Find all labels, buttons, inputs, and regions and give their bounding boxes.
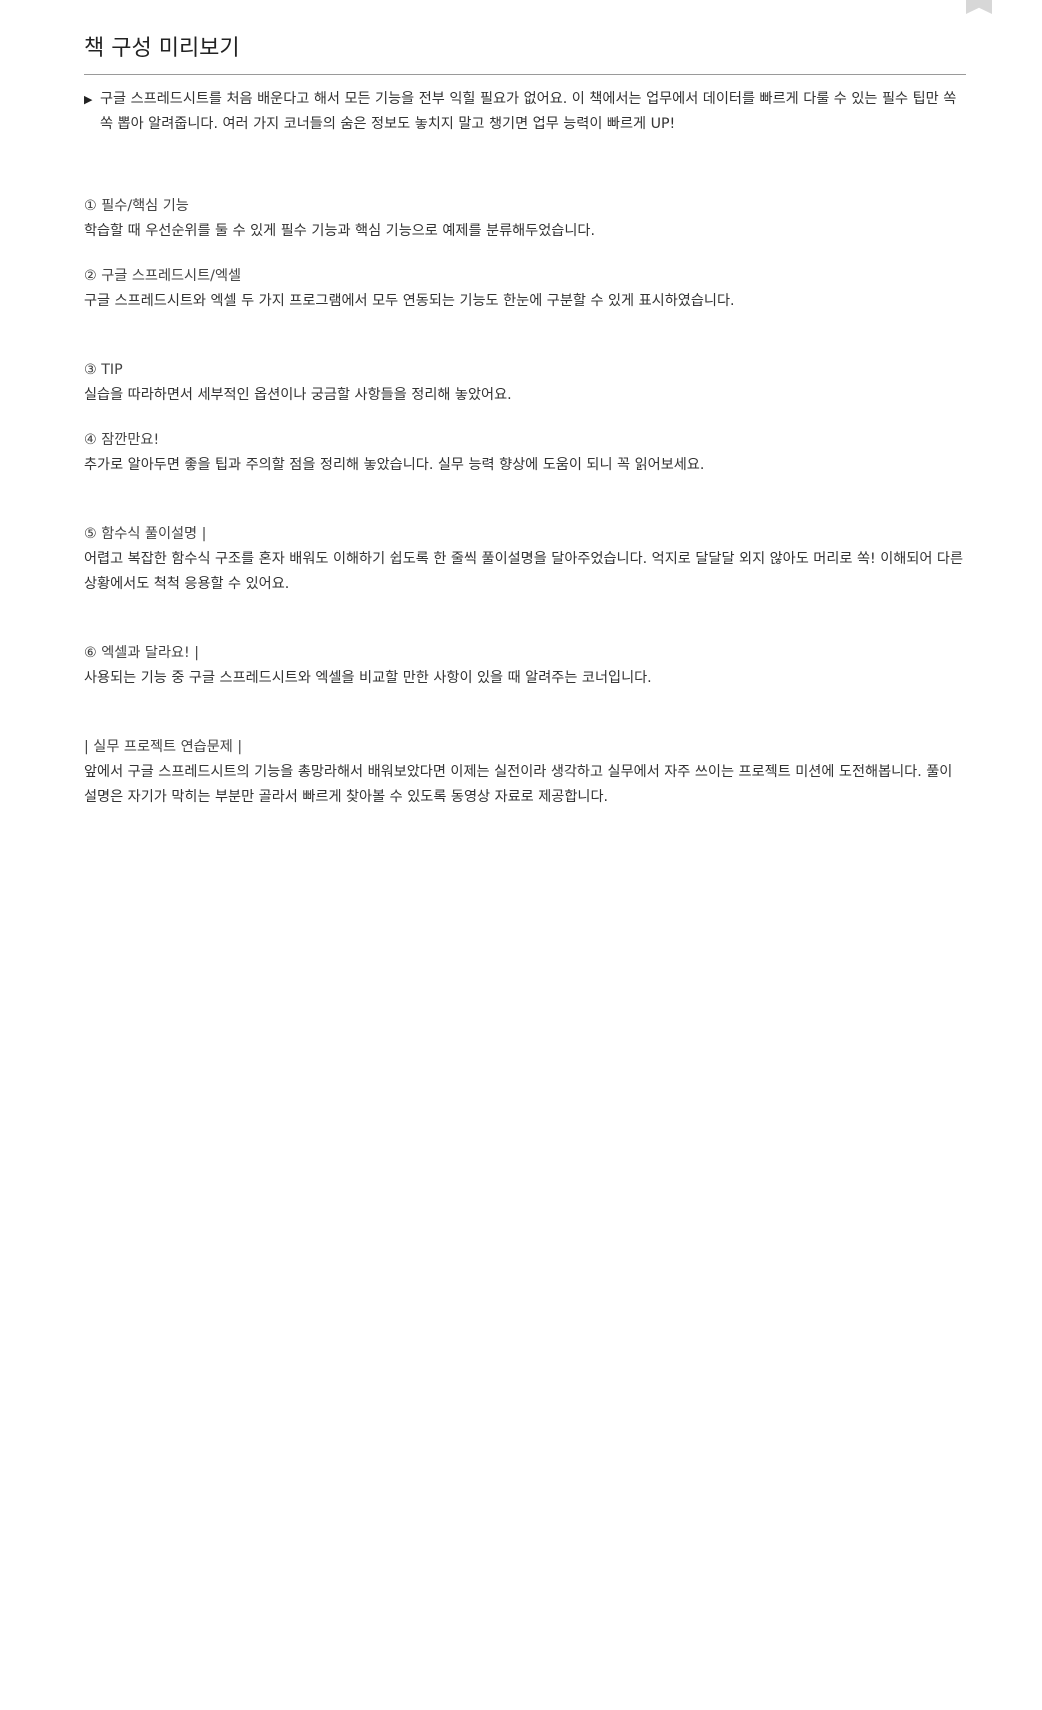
section-heading: | 실무 프로젝트 연습문제 | [84, 739, 243, 755]
section-body: 추가로 알아두면 좋을 팁과 주의할 점을 정리해 놓았습니다. 실무 능력 향… [84, 457, 705, 473]
section-body: 실습을 따라하면서 세부적인 옵션이나 궁금할 사항들을 정리해 놓았어요. [84, 387, 512, 403]
section-formula-explanation: ⑤ 함수식 풀이설명 | 어렵고 복잡한 함수식 구조를 혼자 배워도 이해하기… [84, 522, 966, 597]
book-preview-content: 책 구성 미리보기 ▶ 구글 스프레드시트를 처음 배운다고 해서 모든 기능을… [84, 34, 966, 810]
section-body: 앞에서 구글 스프레드시트의 기능을 총망라해서 배워보았다면 이제는 실전이라… [84, 764, 953, 805]
title-divider [84, 74, 966, 75]
triangle-right-icon: ▶ [84, 93, 93, 106]
section-essential-features: ① 필수/핵심 기능 학습할 때 우선순위를 둘 수 있게 필수 기능과 핵심 … [84, 194, 966, 244]
bookmark-icon [966, 0, 992, 14]
section-heading: ① 필수/핵심 기능 [84, 198, 189, 214]
section-heading: ④ 잠깐만요! [84, 432, 160, 448]
section-tip: ③ TIP 실습을 따라하면서 세부적인 옵션이나 궁금할 사항들을 정리해 놓… [84, 358, 966, 408]
section-heading: ② 구글 스프레드시트/엑셀 [84, 268, 242, 284]
section-different-from-excel: ⑥ 엑셀과 달라요! | 사용되는 기능 중 구글 스프레드시트와 엑셀을 비교… [84, 641, 966, 691]
section-body: 구글 스프레드시트와 엑셀 두 가지 프로그램에서 모두 연동되는 기능도 한눈… [84, 293, 735, 309]
section-body: 학습할 때 우선순위를 둘 수 있게 필수 기능과 핵심 기능으로 예제를 분류… [84, 223, 595, 239]
page-title: 책 구성 미리보기 [84, 36, 240, 61]
section-body: 사용되는 기능 중 구글 스프레드시트와 엑셀을 비교할 만한 사항이 있을 때… [84, 670, 652, 686]
section-practice-project: | 실무 프로젝트 연습문제 | 앞에서 구글 스프레드시트의 기능을 총망라해… [84, 735, 966, 810]
intro-paragraph: ▶ 구글 스프레드시트를 처음 배운다고 해서 모든 기능을 전부 익힐 필요가… [84, 87, 966, 137]
section-heading: ⑥ 엑셀과 달라요! | [84, 645, 200, 661]
section-heading: ⑤ 함수식 풀이설명 | [84, 526, 207, 542]
section-wait-a-moment: ④ 잠깐만요! 추가로 알아두면 좋을 팁과 주의할 점을 정리해 놓았습니다.… [84, 428, 966, 478]
section-heading: ③ TIP [84, 362, 123, 378]
section-body: 어렵고 복잡한 함수식 구조를 혼자 배워도 이해하기 쉽도록 한 줄씩 풀이설… [84, 551, 964, 592]
section-sheets-excel: ② 구글 스프레드시트/엑셀 구글 스프레드시트와 엑셀 두 가지 프로그램에서… [84, 264, 966, 314]
intro-text: 구글 스프레드시트를 처음 배운다고 해서 모든 기능을 전부 익힐 필요가 없… [100, 91, 957, 132]
